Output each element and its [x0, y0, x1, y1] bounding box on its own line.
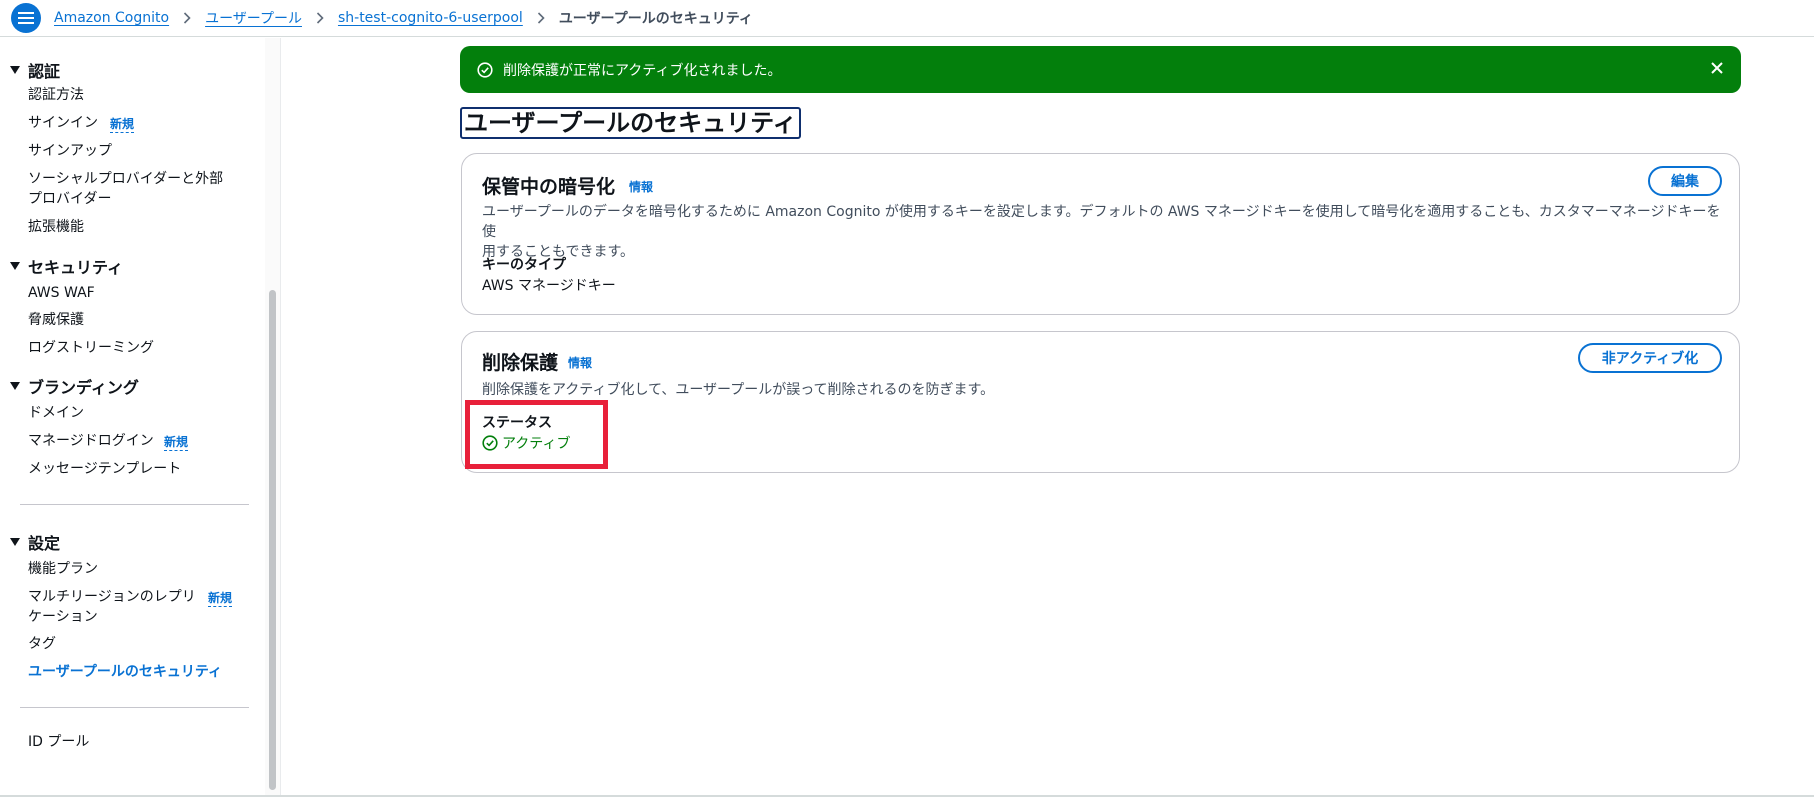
edit-button[interactable]: 編集 [1648, 166, 1722, 196]
sidebar-item-aws-waf[interactable]: AWS WAF [28, 283, 95, 303]
breadcrumb-cognito[interactable]: Amazon Cognito [54, 10, 169, 26]
menu-button[interactable] [11, 3, 41, 33]
page-title: ユーザープールのセキュリティ [460, 107, 801, 139]
description-line: 用することもできます。 [482, 244, 635, 260]
deletion-title: 削除保護 [482, 352, 559, 374]
deletion-info-link[interactable]: 情報 [568, 354, 592, 371]
sidebar-item-multi-region-replication[interactable]: マルチリージョンのレプリ ケーション [28, 587, 196, 627]
section-title: ブランディング [28, 378, 139, 397]
breadcrumb-user-pools[interactable]: ユーザープール [205, 8, 302, 28]
scrollbar-thumb[interactable] [269, 290, 276, 790]
hamburger-icon [18, 12, 34, 24]
sidebar-item-label: マルチリージョンのレプリ [28, 589, 196, 605]
deletion-protection-panel: 削除保護 情報 非アクティブ化 削除保護をアクティブ化して、ユーザープールが誤っ… [461, 331, 1740, 473]
section-auth-toggle[interactable]: 認証 [10, 58, 60, 82]
sidebar-divider [20, 707, 249, 708]
section-title: セキュリティ [28, 258, 124, 277]
sidebar-item-log-streaming[interactable]: ログストリーミング [28, 338, 154, 358]
description-line: ユーザープールのデータを暗号化するために Amazon Cognito が使用す… [482, 204, 1721, 240]
sidebar-item-auth-methods[interactable]: 認証方法 [28, 85, 84, 105]
new-badge: 新規 [110, 117, 135, 133]
deactivate-button[interactable]: 非アクティブ化 [1578, 343, 1722, 373]
breadcrumb: Amazon Cognito ユーザープール sh-test-cognito-6… [54, 0, 753, 35]
sidebar-item-id-pool[interactable]: ID プール [28, 732, 89, 752]
sidebar-item-sign-in[interactable]: サインイン [28, 113, 98, 133]
top-bar: Amazon Cognito ユーザープール sh-test-cognito-6… [0, 0, 1814, 37]
section-title: 設定 [28, 534, 61, 553]
caret-down-icon [10, 382, 20, 390]
sidebar-nav: 認証 認証方法 サインイン 新規 サインアップ ソーシャルプロバイダーと外部 プ… [0, 38, 265, 797]
section-branding-toggle[interactable]: ブランディング [10, 374, 139, 398]
key-type-value: AWS マネージドキー [482, 278, 616, 294]
close-icon[interactable] [1709, 60, 1725, 80]
flash-message: 削除保護が正常にアクティブ化されました。 [503, 62, 782, 79]
sidebar-item-managed-login[interactable]: マネージドログイン [28, 431, 154, 451]
section-security-toggle[interactable]: セキュリティ [10, 254, 123, 278]
sidebar-item-threat-protection[interactable]: 脅威保護 [28, 310, 84, 330]
highlight-box [465, 400, 608, 469]
sidebar-item-label: ソーシャルプロバイダーと外部 [28, 171, 224, 187]
sidebar-item-sign-up[interactable]: サインアップ [28, 141, 112, 161]
sidebar-item-domain[interactable]: ドメイン [28, 403, 84, 423]
encryption-info-link[interactable]: 情報 [629, 178, 653, 195]
sidebar-divider [20, 504, 249, 505]
sidebar-item-user-pool-security[interactable]: ユーザープールのセキュリティ [28, 662, 222, 682]
caret-down-icon [10, 262, 20, 270]
breadcrumb-userpool[interactable]: sh-test-cognito-6-userpool [338, 10, 523, 26]
section-title: 認証 [28, 62, 61, 81]
caret-down-icon [10, 66, 20, 74]
sidebar-item-feature-plans[interactable]: 機能プラン [28, 559, 98, 579]
encryption-description: ユーザープールのデータを暗号化するために Amazon Cognito が使用す… [482, 202, 1722, 262]
sidebar-item-label: プロバイダー [28, 191, 112, 207]
chevron-right-icon [316, 11, 324, 24]
new-badge: 新規 [164, 435, 189, 451]
key-type-label: キーのタイプ [482, 257, 566, 273]
section-settings-toggle[interactable]: 設定 [10, 530, 60, 554]
sidebar-item-message-templates[interactable]: メッセージテンプレート [28, 459, 181, 479]
deletion-description: 削除保護をアクティブ化して、ユーザープールが誤って削除されるのを防ぎます。 [482, 382, 995, 398]
sidebar-scrollbar[interactable] [265, 38, 281, 797]
encryption-panel: 保管中の暗号化 情報 編集 ユーザープールのデータを暗号化するために Amazo… [461, 153, 1740, 315]
check-circle-icon [477, 61, 493, 78]
content-divider [280, 38, 281, 797]
sidebar-item-extensions[interactable]: 拡張機能 [28, 217, 84, 237]
encryption-title: 保管中の暗号化 [482, 176, 616, 198]
sidebar-item-social-providers[interactable]: ソーシャルプロバイダーと外部 プロバイダー [28, 169, 223, 209]
chevron-right-icon [537, 11, 545, 24]
new-badge: 新規 [208, 591, 233, 607]
sidebar-item-tags[interactable]: タグ [28, 634, 56, 654]
success-flash: 削除保護が正常にアクティブ化されました。 [460, 46, 1741, 93]
sidebar-item-label: ケーション [28, 609, 98, 625]
caret-down-icon [10, 538, 20, 546]
chevron-right-icon [183, 11, 191, 24]
breadcrumb-current: ユーザープールのセキュリティ [558, 10, 753, 27]
